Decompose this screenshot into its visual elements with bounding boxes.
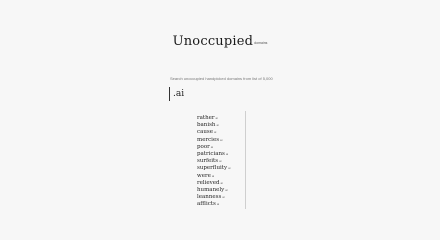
results-divider bbox=[245, 111, 246, 209]
result-tld: ai bbox=[225, 151, 229, 156]
result-item[interactable]: relievedai bbox=[197, 176, 237, 186]
brand-logo[interactable]: Unoccupieddomains bbox=[0, 32, 440, 50]
search-cursor-bar bbox=[169, 87, 170, 101]
result-tld: ai bbox=[225, 187, 228, 192]
result-tld: ai bbox=[216, 202, 220, 207]
results-list: ratherai banishai causeai merciesai poor… bbox=[197, 111, 237, 208]
result-tld: ai bbox=[222, 195, 225, 200]
brand-name: Unoccupied bbox=[172, 34, 254, 49]
result-item[interactable]: banishai bbox=[197, 118, 237, 128]
result-item[interactable]: humanelyai bbox=[197, 183, 237, 193]
search-box[interactable] bbox=[169, 86, 289, 102]
result-item[interactable]: afflictsai bbox=[197, 197, 237, 208]
result-item[interactable]: surfeitsai bbox=[197, 154, 237, 164]
result-item[interactable]: ratherai bbox=[197, 111, 237, 121]
tagline: Search unoccupied handpicked domains fro… bbox=[170, 76, 273, 81]
brand-subtitle: domains bbox=[254, 41, 268, 45]
result-item[interactable]: merciesai bbox=[197, 133, 237, 143]
result-item[interactable]: patriciansai bbox=[197, 147, 237, 157]
result-tld: ai bbox=[216, 123, 219, 128]
result-word: afflicts bbox=[197, 201, 216, 208]
result-item[interactable]: leannessai bbox=[197, 190, 237, 200]
result-item[interactable]: superfluityai bbox=[197, 161, 237, 171]
search-input[interactable] bbox=[173, 87, 283, 101]
